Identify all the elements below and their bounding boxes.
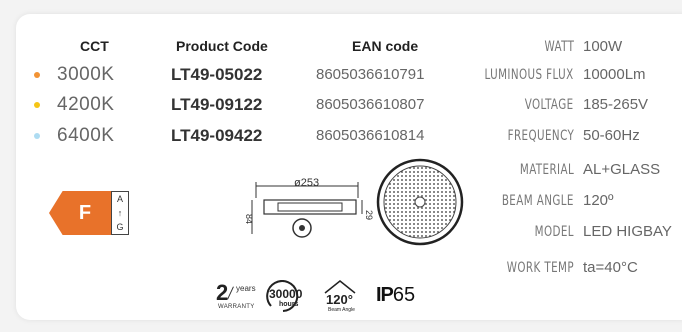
- variant-cct: 3000K: [57, 64, 115, 85]
- mounting-hook-center: [299, 225, 305, 231]
- spec-label-beam-angle: BEAM ANGLE: [501, 193, 574, 209]
- variant-code: LT49-09422: [171, 126, 263, 145]
- variant-row: 4200K LT49-09122 8605036610807: [0, 94, 470, 116]
- beam-angle-badge: 120° Beam Angle: [320, 278, 362, 314]
- lifetime-hours-badge: 30000 hours: [263, 280, 311, 314]
- energy-scale-bottom: G: [116, 222, 124, 232]
- height-label-left: 84: [244, 214, 254, 224]
- hours-label: hours: [279, 301, 299, 308]
- spec-value-frequency: 50-60Hz: [583, 127, 640, 144]
- warranty-number: 2: [216, 280, 229, 305]
- spec-label-watt: WATT: [544, 39, 574, 55]
- spec-value-beam-angle: 120º: [583, 192, 614, 209]
- header-ean-code: EAN code: [352, 38, 419, 54]
- variant-ean: 8605036610807: [316, 96, 425, 113]
- spec-value-voltage: 185-265V: [583, 96, 649, 113]
- spec-label-work-temp: WORK TEMP: [506, 260, 574, 276]
- spec-label-voltage: VOLTAGE: [525, 97, 574, 113]
- diameter-label: ø253: [294, 177, 319, 189]
- luminaire-heatsink: [277, 202, 343, 212]
- spec-value-luminous-flux: 10000Lm: [583, 66, 646, 83]
- ip-prefix: IP: [376, 284, 394, 306]
- hours-number: 30000: [269, 287, 303, 301]
- side-view-drawing: ø253 29 84: [244, 177, 374, 238]
- spec-label-frequency: FREQUENCY: [507, 128, 574, 144]
- spec-value-work-temp: ta=40°C: [583, 259, 638, 276]
- spec-label-material: MATERIAL: [519, 162, 574, 178]
- warranty-label: WARRANTY: [218, 304, 255, 310]
- spec-label-luminous-flux: LUMINOUS FLUX: [484, 67, 574, 83]
- warranty-unit: years: [236, 284, 256, 293]
- color-dot-4200k: [34, 102, 40, 108]
- header-product-code: Product Code: [176, 38, 268, 54]
- variant-ean: 8605036610791: [316, 66, 425, 83]
- ip-number: 65: [392, 284, 416, 306]
- height-label-side: 29: [364, 210, 374, 220]
- beam-angle-label: Beam Angle: [328, 307, 355, 313]
- spec-label-model: MODEL: [534, 224, 574, 240]
- energy-scale-top: A: [116, 194, 123, 204]
- variant-row: 6400K LT49-09422 8605036610814: [0, 125, 470, 147]
- variant-cct: 4200K: [57, 94, 115, 115]
- energy-class-letter: F: [78, 202, 92, 224]
- spec-value-model: LED HIGBAY: [583, 223, 672, 240]
- ip-rating-badge: IP65: [376, 284, 436, 310]
- beam-angle-number: 120°: [326, 292, 353, 307]
- front-view-drawing: [376, 158, 464, 246]
- color-dot-6400k: [34, 133, 40, 139]
- energy-scale-arrow: ↑: [117, 208, 123, 218]
- variant-code: LT49-09122: [171, 95, 263, 114]
- variant-cct: 6400K: [57, 125, 115, 146]
- spec-value-material: AL+GLASS: [583, 161, 661, 178]
- energy-scale: A ↑ G: [111, 191, 129, 235]
- variant-code: LT49-05022: [171, 65, 263, 84]
- variant-row: 3000K LT49-05022 8605036610791: [0, 64, 470, 86]
- spec-value-watt: 100W: [583, 38, 623, 55]
- variant-ean: 8605036610814: [316, 127, 425, 144]
- color-dot-3000k: [34, 72, 40, 78]
- warranty-badge: 2 years WARRANTY: [216, 280, 264, 312]
- led-center: [414, 196, 426, 208]
- header-cct: CCT: [80, 38, 109, 54]
